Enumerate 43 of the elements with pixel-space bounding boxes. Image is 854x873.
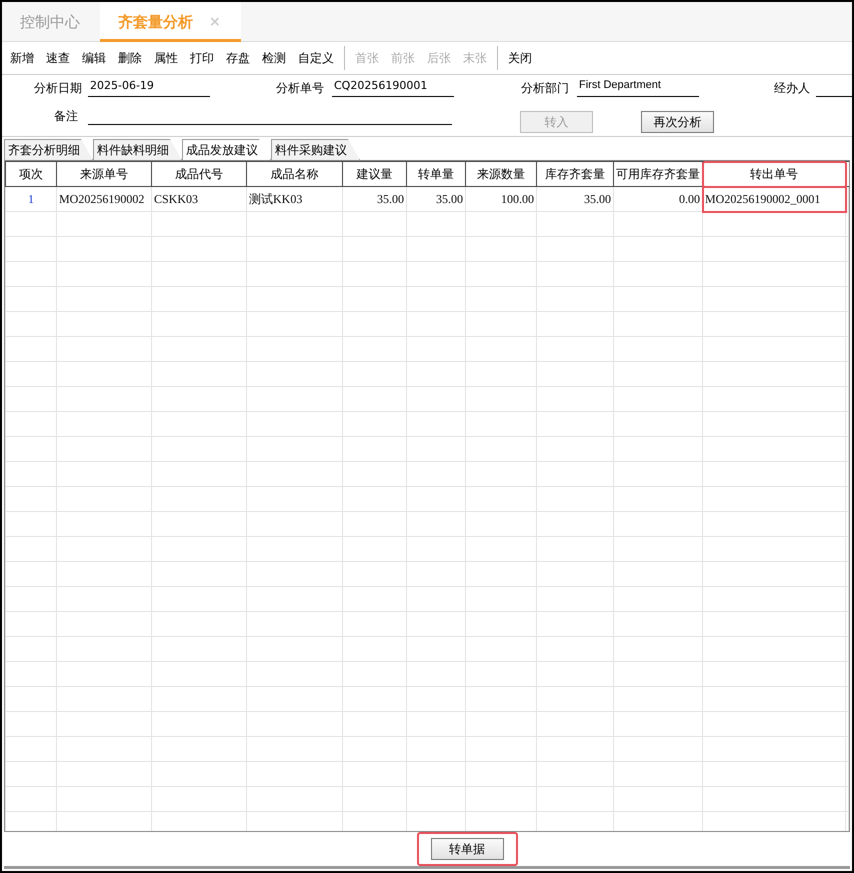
table-cell: 35.00 <box>536 186 614 212</box>
table-cell: MO20256190002_0001 <box>702 186 846 212</box>
input-field[interactable]: CQ20256190001 <box>332 79 454 97</box>
toolbar-button[interactable]: 打印 <box>184 46 220 70</box>
table-cell: 35.00 <box>342 186 406 212</box>
toolbar-button[interactable]: 检测 <box>256 46 292 70</box>
table-cell: 测试KK03 <box>246 186 342 212</box>
field-label: 分析日期 <box>34 80 83 97</box>
toolbar-button[interactable]: 存盘 <box>220 46 256 70</box>
field-label: 分析单号 <box>276 80 325 97</box>
action-button[interactable]: 再次分析 <box>641 111 714 133</box>
convert-button[interactable]: 转单据 <box>430 838 504 860</box>
table-cell: 35.00 <box>406 186 466 212</box>
column-header[interactable]: 可用库存齐套量 <box>614 162 702 186</box>
field-label: 经办人 <box>774 80 811 97</box>
column-header[interactable]: 库存齐套量 <box>536 162 614 186</box>
column-header[interactable]: 项次 <box>6 162 56 186</box>
table-cell: CSKK03 <box>152 186 246 212</box>
tab[interactable]: 齐套分析明细 <box>4 139 93 160</box>
column-header[interactable]: 建议量 <box>342 162 406 186</box>
column-header[interactable]: 成品代号 <box>152 162 246 186</box>
input-field[interactable]: First Department <box>577 79 699 97</box>
toolbar-button[interactable]: 自定义 <box>292 46 340 70</box>
column-header[interactable]: 转出单号 <box>702 162 846 186</box>
table-cell: MO20256190002 <box>56 186 152 212</box>
column-header[interactable]: 来源数量 <box>466 162 536 186</box>
date-field[interactable]: 2025-06-19 <box>88 79 210 97</box>
table-cell: 100.00 <box>466 186 536 212</box>
toolbar-button[interactable]: 编辑 <box>76 46 112 70</box>
toolbar-button[interactable]: 删除 <box>112 46 148 70</box>
field-label: 分析部门 <box>521 80 570 97</box>
toolbar-button[interactable]: 新增 <box>4 46 40 70</box>
column-header[interactable]: 成品名称 <box>246 162 342 186</box>
table-cell: 1 <box>6 186 56 212</box>
tab[interactable]: 成品发放建议 <box>182 139 271 160</box>
tab[interactable]: 料件缺料明细 <box>93 139 182 160</box>
tab[interactable]: 料件采购建议 <box>271 139 360 160</box>
field-label: 备注 <box>54 108 79 125</box>
toolbar-button[interactable]: 速查 <box>40 46 76 70</box>
toolbar-button[interactable]: 关闭 <box>502 46 538 70</box>
toolbar-button[interactable]: 属性 <box>148 46 184 70</box>
column-header[interactable]: 转单量 <box>406 162 466 186</box>
column-header[interactable]: 来源单号 <box>56 162 152 186</box>
